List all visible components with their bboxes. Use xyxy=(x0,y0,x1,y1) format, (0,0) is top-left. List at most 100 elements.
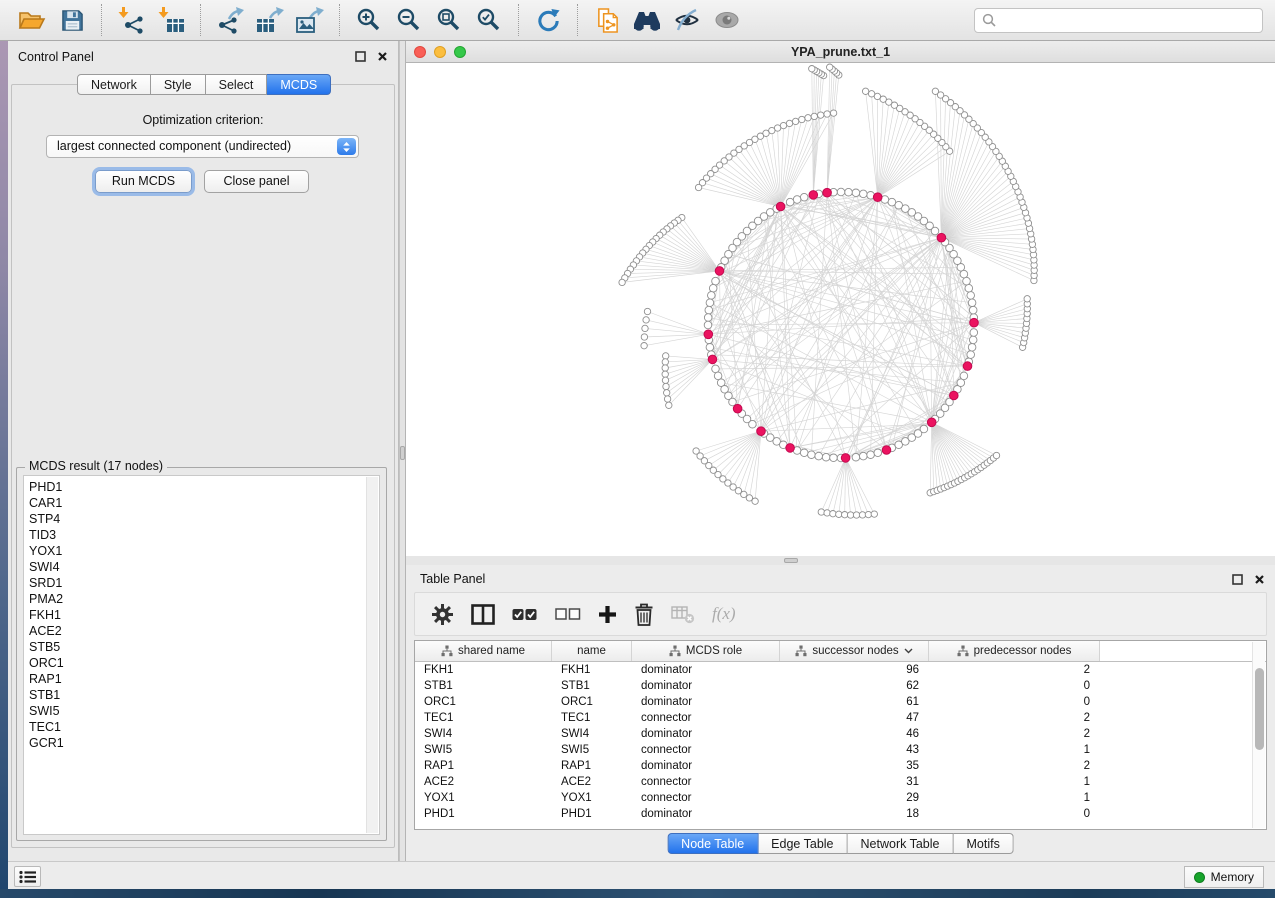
tab-motifs[interactable]: Motifs xyxy=(953,833,1013,854)
import-network-button[interactable] xyxy=(113,3,149,37)
export-table-button[interactable] xyxy=(252,3,288,37)
save-session-button[interactable] xyxy=(54,3,90,37)
mcds-result-item[interactable]: PMA2 xyxy=(29,591,363,607)
show-all-button[interactable] xyxy=(709,3,745,37)
mcds-result-item[interactable]: TID3 xyxy=(29,527,363,543)
column-header-successor-nodes[interactable]: successor nodes xyxy=(780,641,929,661)
mcds-result-item[interactable]: SWI5 xyxy=(29,703,363,719)
zoom-fit-button[interactable] xyxy=(431,3,467,37)
network-graph[interactable] xyxy=(406,63,1275,556)
table-cell: 1 xyxy=(929,744,1100,756)
table-row[interactable]: PHD1PHD1dominator180 xyxy=(415,806,1266,822)
zoom-in-button[interactable] xyxy=(351,3,387,37)
memory-label: Memory xyxy=(1211,870,1254,884)
control-panel-title: Control Panel xyxy=(18,50,94,64)
column-header-predecessor-nodes[interactable]: predecessor nodes xyxy=(929,641,1100,661)
export-image-button[interactable] xyxy=(292,3,328,37)
first-neighbors-button[interactable] xyxy=(629,3,665,37)
deselect-all-button[interactable] xyxy=(555,608,581,620)
horizontal-splitter[interactable] xyxy=(406,556,1275,565)
mcds-result-item[interactable]: STB5 xyxy=(29,639,363,655)
scrollbar-thumb[interactable] xyxy=(1255,668,1264,750)
add-column-button[interactable] xyxy=(598,605,617,624)
mcds-result-item[interactable]: PHD1 xyxy=(29,479,363,495)
tab-edge-table[interactable]: Edge Table xyxy=(758,833,847,854)
mcds-result-item[interactable]: TEC1 xyxy=(29,719,363,735)
mcds-result-item[interactable]: SRD1 xyxy=(29,575,363,591)
table-row[interactable]: ACE2ACE2connector311 xyxy=(415,774,1266,790)
export-image-icon xyxy=(295,6,325,34)
export-network-button[interactable] xyxy=(212,3,248,37)
mcds-result-item[interactable]: ORC1 xyxy=(29,655,363,671)
export-network-document-button[interactable] xyxy=(589,3,625,37)
mcds-result-item[interactable]: FKH1 xyxy=(29,607,363,623)
mcds-result-item[interactable]: CAR1 xyxy=(29,495,363,511)
mcds-result-item[interactable]: GCR1 xyxy=(29,735,363,751)
hide-selected-button[interactable] xyxy=(669,3,705,37)
optimization-criterion-select[interactable]: largest connected component (undirected) xyxy=(46,135,359,158)
eye-slash-icon xyxy=(673,8,701,32)
result-list-scrollbar[interactable] xyxy=(366,477,378,833)
open-session-button[interactable] xyxy=(14,3,50,37)
mcds-result-item[interactable]: STB1 xyxy=(29,687,363,703)
table-row[interactable]: SWI5SWI5connector431 xyxy=(415,742,1266,758)
mcds-result-item[interactable]: SWI4 xyxy=(29,559,363,575)
column-header-shared-name[interactable]: shared name xyxy=(415,641,552,661)
table-cell: 2 xyxy=(929,760,1100,772)
zoom-out-button[interactable] xyxy=(391,3,427,37)
refresh-view-button[interactable] xyxy=(530,3,566,37)
desktop-background-left xyxy=(0,0,8,898)
table-row[interactable]: YOX1YOX1connector291 xyxy=(415,790,1266,806)
delete-table-icon xyxy=(671,604,695,624)
table-cell: 96 xyxy=(780,664,929,676)
table-cell: 2 xyxy=(929,728,1100,740)
run-mcds-button[interactable]: Run MCDS xyxy=(95,170,192,193)
import-table-button[interactable] xyxy=(153,3,189,37)
network-canvas[interactable] xyxy=(406,63,1275,556)
splitter-handle[interactable] xyxy=(400,446,405,460)
close-panel-icon[interactable] xyxy=(1253,573,1265,585)
table-row[interactable]: ORC1ORC1dominator610 xyxy=(415,694,1266,710)
table-row[interactable]: SWI4SWI4dominator462 xyxy=(415,726,1266,742)
toggle-columns-button[interactable] xyxy=(471,604,495,625)
select-all-button[interactable] xyxy=(512,608,538,621)
node-table[interactable]: shared namenameMCDS rolesuccessor nodesp… xyxy=(414,640,1267,830)
tab-network-table[interactable]: Network Table xyxy=(848,833,954,854)
float-panel-icon[interactable] xyxy=(1231,573,1243,585)
column-header-MCDS-role[interactable]: MCDS role xyxy=(632,641,780,661)
tab-node-table[interactable]: Node Table xyxy=(667,833,758,854)
tab-network[interactable]: Network xyxy=(77,74,151,95)
close-panel-button[interactable]: Close panel xyxy=(204,170,309,193)
table-cell: dominator xyxy=(632,808,780,820)
mcds-result-item[interactable]: ACE2 xyxy=(29,623,363,639)
table-scrollbar[interactable] xyxy=(1252,642,1265,828)
zoom-selected-button[interactable] xyxy=(471,3,507,37)
vertical-splitter[interactable] xyxy=(399,41,406,861)
mcds-result-item[interactable]: YOX1 xyxy=(29,543,363,559)
mcds-result-item[interactable]: RAP1 xyxy=(29,671,363,687)
show-panel-list-button[interactable] xyxy=(14,866,41,887)
splitter-handle[interactable] xyxy=(784,558,798,563)
table-settings-button[interactable] xyxy=(431,603,454,626)
tab-style[interactable]: Style xyxy=(151,74,206,95)
table-cell: 31 xyxy=(780,776,929,788)
mcds-result-item[interactable]: STP4 xyxy=(29,511,363,527)
table-row[interactable]: RAP1RAP1dominator352 xyxy=(415,758,1266,774)
toolbar-separator xyxy=(200,4,201,36)
close-panel-icon[interactable] xyxy=(376,51,388,63)
float-panel-icon[interactable] xyxy=(354,51,366,63)
mcds-result-list[interactable]: PHD1CAR1STP4TID3YOX1SWI4SRD1PMA2FKH1ACE2… xyxy=(23,475,380,835)
tab-select[interactable]: Select xyxy=(206,74,268,95)
table-row[interactable]: TEC1TEC1connector472 xyxy=(415,710,1266,726)
table-row[interactable]: STB1STB1dominator620 xyxy=(415,678,1266,694)
tab-mcds[interactable]: MCDS xyxy=(267,74,331,95)
memory-button[interactable]: Memory xyxy=(1184,866,1264,888)
zoom-fit-icon xyxy=(436,7,462,33)
sort-chevron-icon xyxy=(904,648,913,654)
delete-column-button[interactable] xyxy=(634,603,654,626)
checked-boxes-icon xyxy=(512,608,538,621)
search-input[interactable] xyxy=(996,12,1255,28)
table-cell: 43 xyxy=(780,744,929,756)
column-header-name[interactable]: name xyxy=(552,641,632,661)
table-row[interactable]: FKH1FKH1dominator962 xyxy=(415,662,1266,678)
